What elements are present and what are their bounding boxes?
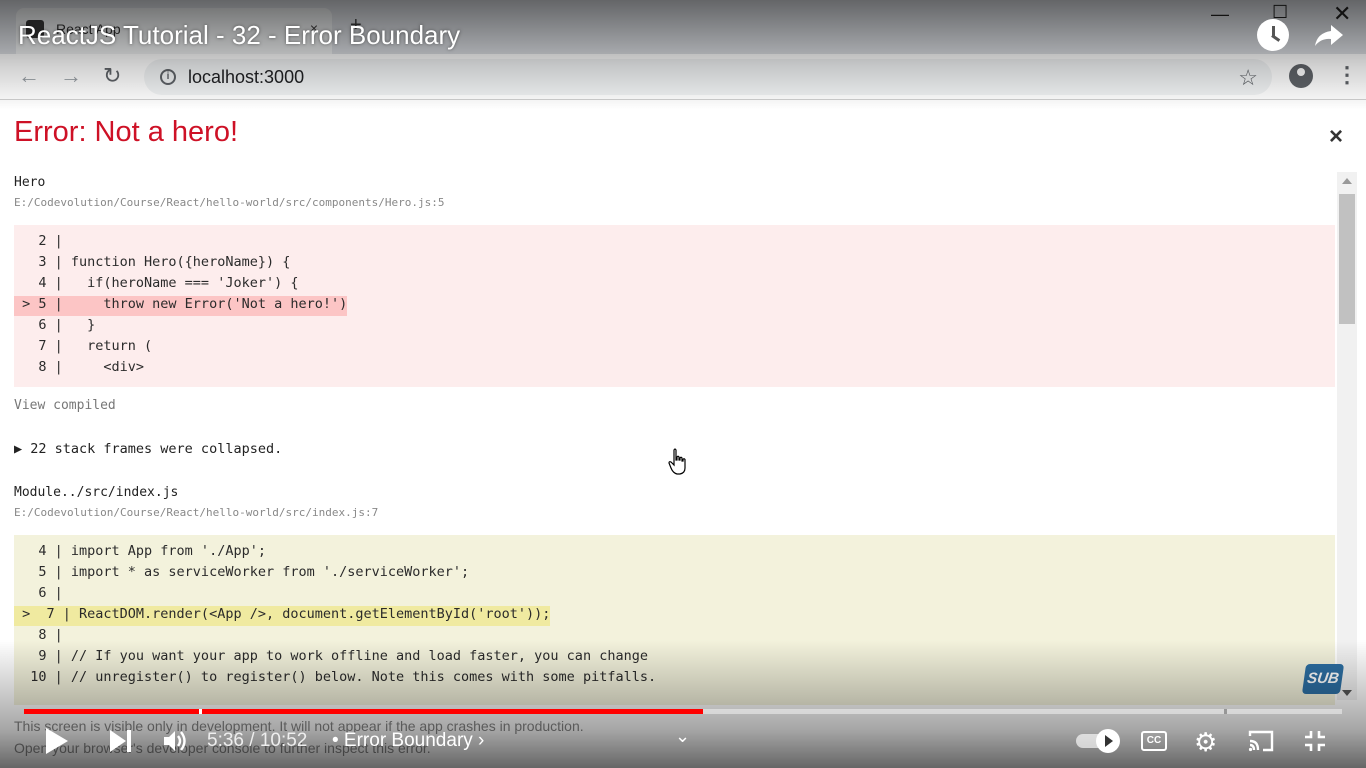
address-bar[interactable]: i localhost:3000 ☆: [144, 59, 1272, 95]
progress-played: [24, 709, 703, 714]
autoplay-play-icon: [1096, 729, 1120, 753]
time-display: 5:36 / 10:52: [207, 730, 308, 751]
next-icon[interactable]: [110, 730, 132, 752]
chapter-marker: [199, 709, 202, 714]
code-line: 8 | <div>: [14, 359, 145, 375]
stack-frame-name: Hero: [14, 175, 46, 190]
stack-frame-name: Module../src/index.js: [14, 485, 179, 500]
chevron-right-icon: ›: [478, 730, 485, 751]
chapter-title[interactable]: • Error Boundary ›: [332, 730, 484, 752]
scroll-up-icon[interactable]: [1342, 178, 1352, 184]
info-icon[interactable]: i: [160, 69, 176, 85]
collapsed-frames-toggle[interactable]: ▶ 22 stack frames were collapsed.: [14, 441, 282, 457]
screen: React App × + — ☐ ✕ ← → ↻ i localhost:30…: [0, 0, 1366, 768]
view-compiled-link[interactable]: View compiled: [14, 398, 116, 413]
code-line: 6 |: [14, 585, 71, 601]
cast-icon[interactable]: [1246, 728, 1276, 754]
chapter-marker: [1224, 709, 1227, 714]
subscribe-badge[interactable]: SUB: [1301, 664, 1345, 694]
menu-icon[interactable]: ⋮: [1336, 62, 1358, 88]
progress-bar[interactable]: [24, 709, 1342, 714]
close-icon[interactable]: ×: [1329, 123, 1343, 151]
stack-frame-path[interactable]: E:/Codevolution/Course/React/hello-world…: [14, 196, 444, 209]
stack-frame-path[interactable]: E:/Codevolution/Course/React/hello-world…: [14, 506, 378, 519]
code-line: 4 | if(heroName === 'Joker') {: [14, 275, 299, 291]
error-title: Error: Not a hero!: [14, 116, 239, 148]
profile-icon[interactable]: [1289, 64, 1313, 88]
code-line: 5 | import * as serviceWorker from './se…: [14, 564, 470, 580]
code-line: 8 |: [14, 627, 71, 643]
hand-cursor-icon: [668, 448, 686, 475]
autoplay-toggle[interactable]: [1076, 729, 1120, 753]
code-line: 3 | function Hero({heroName}) {: [14, 254, 291, 270]
code-line: 10 | // unregister() to register() below…: [14, 669, 657, 685]
code-line: 2 |: [14, 233, 71, 249]
gear-icon[interactable]: ⚙: [1194, 727, 1217, 758]
browser-toolbar: ← → ↻ i localhost:3000 ☆ ⋮: [0, 54, 1366, 100]
url-text[interactable]: localhost:3000: [188, 67, 304, 88]
code-line: 4 | import App from './App';: [14, 543, 266, 559]
video-title[interactable]: ReactJS Tutorial - 32 - Error Boundary: [18, 20, 460, 51]
back-arrow-icon[interactable]: ←: [18, 64, 40, 88]
scroll-thumb[interactable]: [1339, 194, 1355, 324]
code-line: 7 | return (: [14, 338, 153, 354]
volume-icon[interactable]: [162, 728, 188, 754]
chapter-label: • Error Boundary: [332, 730, 473, 751]
play-icon[interactable]: [46, 728, 68, 754]
scrollbar[interactable]: [1337, 172, 1357, 700]
forward-arrow-icon[interactable]: →: [60, 64, 82, 88]
code-line: 6 | }: [14, 317, 96, 333]
scroll-down-icon[interactable]: [1342, 690, 1352, 696]
chevron-down-icon[interactable]: ⌄: [675, 726, 690, 747]
reload-icon[interactable]: ↻: [103, 64, 121, 88]
star-icon[interactable]: ☆: [1238, 65, 1258, 91]
watch-later-clock-icon[interactable]: [1257, 19, 1289, 51]
highlighted-code-line: > 5 | throw new Error('Not a hero!'): [14, 296, 348, 316]
code-snippet: 2 | 3 | function Hero({heroName}) { 4 | …: [14, 225, 1335, 387]
code-line: 9 | // If you want your app to work offl…: [14, 648, 648, 664]
highlighted-code-line: > 7 | ReactDOM.render(<App />, document.…: [14, 606, 551, 626]
code-snippet: 4 | import App from './App'; 5 | import …: [14, 535, 1335, 705]
minimize-icon[interactable]: —: [1211, 4, 1229, 25]
captions-icon[interactable]: CC: [1141, 731, 1167, 751]
fullscreen-exit-icon[interactable]: [1303, 729, 1327, 753]
share-icon[interactable]: [1312, 18, 1346, 52]
